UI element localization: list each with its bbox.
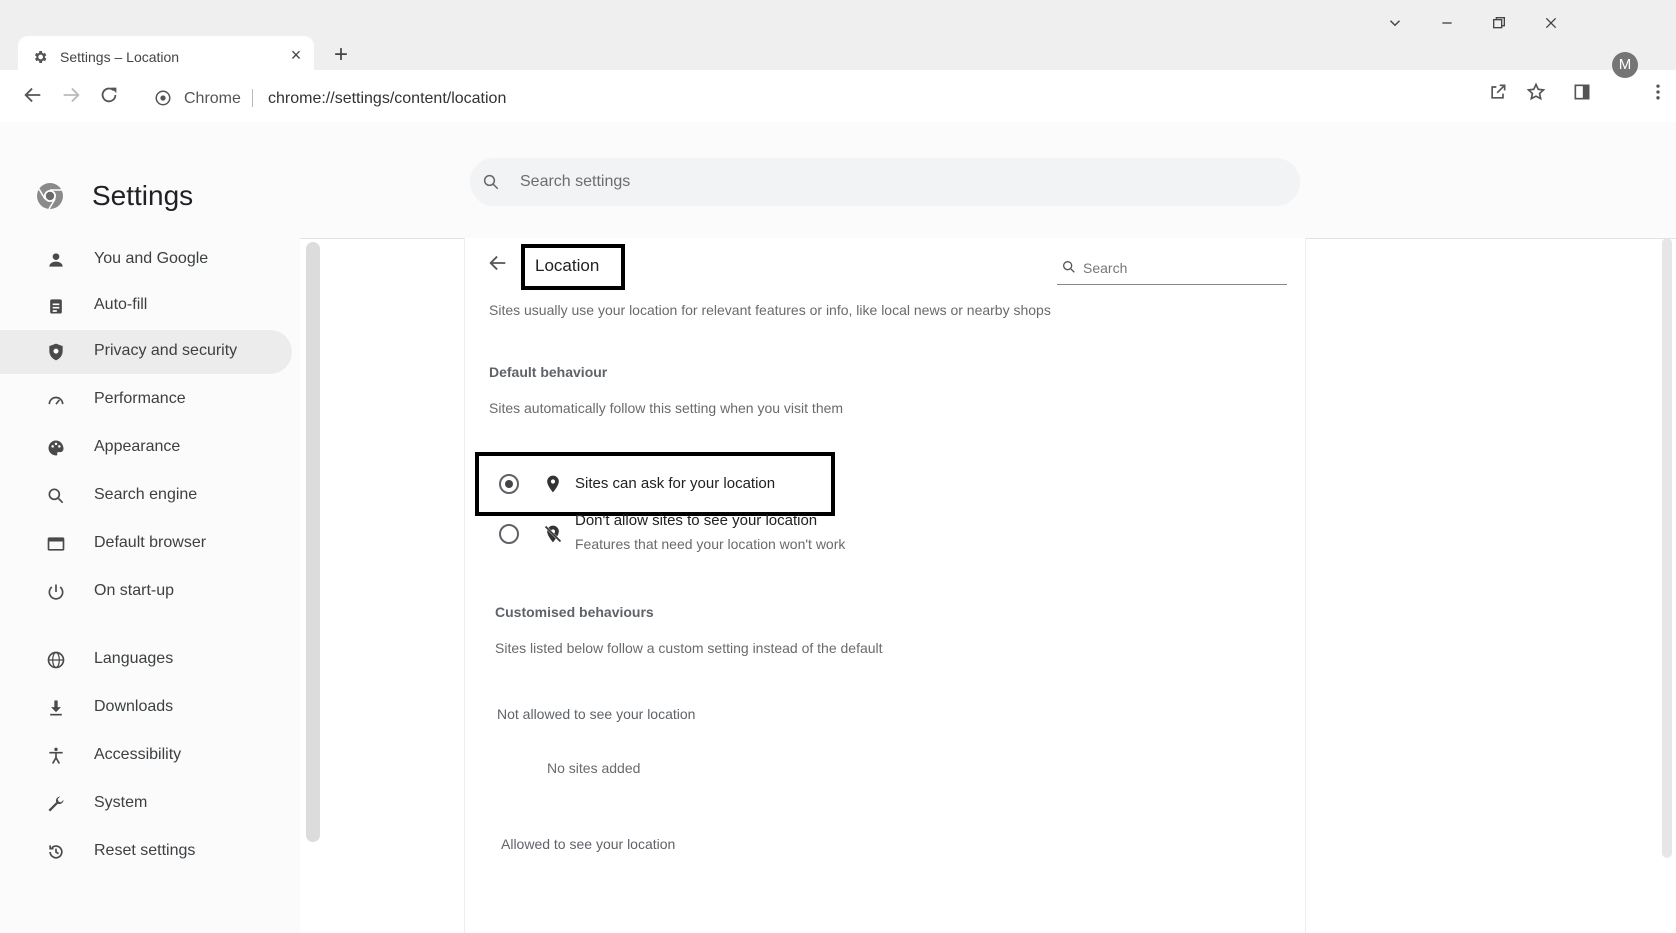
location-heading-box: Location: [521, 244, 625, 290]
sidebar-item-label: Auto-fill: [94, 296, 148, 313]
chrome-logo-icon: [36, 182, 64, 210]
profile-avatar[interactable]: M: [1612, 52, 1638, 78]
omnibox-divider: [252, 89, 253, 107]
gauge-icon: [46, 390, 66, 410]
sidebar-item-label: Reset settings: [94, 842, 196, 859]
sidebar-item-privacy-and-security[interactable]: Privacy and security: [0, 330, 292, 374]
sidebar: You and Google Auto-fill Privacy and sec…: [0, 238, 320, 933]
globe-icon: [46, 650, 66, 670]
browser-window-icon: [46, 534, 66, 554]
option-ask-label: Sites can ask for your location: [575, 475, 776, 492]
reload-icon[interactable]: [98, 84, 124, 110]
search-icon: [46, 486, 66, 506]
default-behaviour-heading: Default behaviour: [489, 364, 608, 380]
radio-block[interactable]: [499, 524, 519, 544]
sidebar-item-search-engine[interactable]: Search engine: [0, 474, 300, 518]
back-arrow-icon[interactable]: [487, 252, 509, 274]
tab-close-icon[interactable]: ×: [286, 45, 306, 65]
palette-icon: [46, 438, 66, 458]
sidebar-item-label: Search engine: [94, 486, 198, 503]
sidebar-item-label: Languages: [94, 650, 174, 667]
restore-window-icon[interactable]: [1482, 8, 1516, 38]
search-settings-input[interactable]: [518, 169, 1222, 195]
sidebar-scrollbar[interactable]: [306, 242, 320, 842]
bookmark-star-icon[interactable]: [1526, 82, 1550, 106]
share-icon[interactable]: [1488, 82, 1512, 106]
option-sites-can-ask[interactable]: Sites can ask for your location: [475, 452, 835, 516]
location-pin-icon: [543, 474, 563, 494]
site-chip-label: Chrome: [184, 90, 241, 107]
site-search-box[interactable]: [1057, 256, 1287, 285]
sidebar-item-performance[interactable]: Performance: [0, 378, 300, 422]
sidebar-item-label: Appearance: [94, 438, 181, 455]
restore-icon: [46, 842, 66, 862]
sidebar-item-autofill[interactable]: Auto-fill: [0, 284, 300, 328]
forward-icon[interactable]: [60, 84, 86, 110]
option-block-label: Don't allow sites to see your location: [575, 512, 818, 529]
location-intro: Sites usually use your location for rele…: [489, 302, 1051, 318]
customised-behaviours-desc: Sites listed below follow a custom setti…: [495, 640, 883, 656]
search-settings-box[interactable]: [470, 158, 1300, 206]
search-icon: [1061, 259, 1077, 275]
location-settings-card: Location Sites usually use your location…: [464, 238, 1306, 933]
sidebar-item-appearance[interactable]: Appearance: [0, 426, 300, 470]
minimize-icon[interactable]: [1430, 8, 1464, 38]
browser-toolbar: Chrome chrome://settings/content/locatio…: [0, 70, 1676, 122]
radio-ask[interactable]: [499, 474, 519, 494]
shield-icon: [46, 342, 66, 362]
side-panel-icon[interactable]: [1572, 82, 1596, 106]
sidebar-item-label: On start-up: [94, 582, 175, 599]
sidebar-item-reset-settings[interactable]: Reset settings: [0, 830, 300, 874]
sidebar-item-default-browser[interactable]: Default browser: [0, 522, 300, 566]
site-search-input[interactable]: [1081, 256, 1285, 280]
tab-strip: Settings – Location × +: [0, 0, 1676, 76]
url-text[interactable]: chrome://settings/content/location: [268, 90, 506, 108]
customised-behaviours-heading: Customised behaviours: [495, 604, 654, 620]
option-dont-allow[interactable]: Don't allow sites to see your location F…: [475, 508, 915, 564]
power-icon: [46, 582, 66, 602]
new-tab-button[interactable]: +: [328, 42, 354, 68]
sidebar-item-label: Performance: [94, 390, 186, 407]
download-icon: [46, 698, 66, 718]
option-block-sublabel: Features that need your location won't w…: [575, 536, 846, 552]
sidebar-item-label: Accessibility: [94, 746, 182, 763]
allowed-heading: Allowed to see your location: [501, 836, 676, 852]
sidebar-item-label: You and Google: [94, 250, 209, 267]
back-icon[interactable]: [22, 84, 48, 110]
address-bar[interactable]: Chrome chrome://settings/content/locatio…: [140, 78, 1440, 116]
sidebar-item-languages[interactable]: Languages: [0, 638, 300, 682]
default-behaviour-desc: Sites automatically follow this setting …: [489, 400, 844, 416]
search-icon: [482, 173, 500, 191]
location-off-icon: [543, 524, 563, 544]
chrome-site-icon: [154, 89, 172, 107]
settings-header: Settings: [0, 122, 1676, 239]
gear-icon: [32, 49, 48, 65]
location-title: Location: [535, 256, 600, 275]
kebab-menu-icon[interactable]: [1648, 82, 1672, 106]
clipboard-icon: [46, 296, 66, 316]
sidebar-item-accessibility[interactable]: Accessibility: [0, 734, 300, 778]
sidebar-item-label: System: [94, 794, 148, 811]
person-icon: [46, 250, 66, 270]
sidebar-item-label: Privacy and security: [94, 342, 238, 359]
sidebar-item-system[interactable]: System: [0, 782, 300, 826]
not-allowed-heading: Not allowed to see your location: [497, 706, 696, 722]
sidebar-item-label: Default browser: [94, 534, 207, 551]
tab-title: Settings – Location: [60, 49, 180, 65]
sidebar-item-label: Downloads: [94, 698, 174, 715]
sidebar-item-you-and-google[interactable]: You and Google: [0, 238, 300, 282]
no-sites-added: No sites added: [547, 760, 641, 776]
tab-search-chevron-icon[interactable]: [1378, 8, 1412, 38]
sidebar-item-on-start-up[interactable]: On start-up: [0, 570, 300, 614]
sidebar-item-downloads[interactable]: Downloads: [0, 686, 300, 730]
page-title: Settings: [92, 180, 194, 211]
close-window-icon[interactable]: [1534, 8, 1568, 38]
accessibility-icon: [46, 746, 66, 766]
wrench-icon: [46, 794, 66, 814]
page-scrollbar[interactable]: [1662, 238, 1672, 858]
